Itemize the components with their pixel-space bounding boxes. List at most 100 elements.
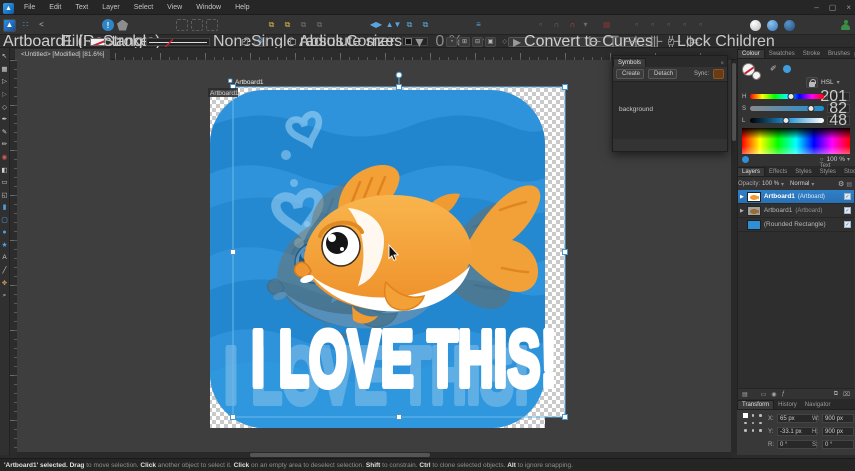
artboard-tool[interactable]: ▦ (0, 63, 10, 76)
artboard-label-other[interactable]: Artboard1 (210, 90, 239, 97)
rotation-field[interactable]: 0 ° (777, 440, 817, 449)
layers-opacity-value[interactable]: 100 % (762, 181, 779, 187)
layers-opacity-caret-icon[interactable]: ▾ (781, 181, 784, 188)
blend-mode-caret-icon[interactable]: ▾ (811, 181, 814, 188)
menu-select[interactable]: Select (127, 0, 160, 15)
lightness-value[interactable]: 48 (827, 112, 850, 129)
flip-vertical-icon[interactable]: ▲▼ (386, 19, 402, 32)
point-transform-tool[interactable]: ▷ (0, 88, 10, 101)
ellipse-tool[interactable]: ● (0, 226, 10, 239)
menu-layer[interactable]: Layer (95, 0, 127, 15)
noise-dot-icon[interactable] (742, 156, 749, 163)
pen-tool[interactable]: ✒ (0, 113, 10, 126)
menu-file[interactable]: File (17, 0, 42, 15)
tab-navigator[interactable]: Navigator (801, 401, 835, 409)
corner-tool-icon-2[interactable]: ⊞ (459, 36, 470, 47)
shear-field[interactable]: 0 ° (822, 440, 854, 449)
tab-history[interactable]: History (774, 401, 801, 409)
flip-horizontal-icon[interactable]: ◀▶ (368, 19, 384, 32)
lock-children-option[interactable]: ✓ Lock Children (668, 33, 775, 50)
layer-row-rounded-rectangle[interactable]: ▶ (Rounded Rectangle) ✓ (738, 218, 854, 232)
tab-stock[interactable]: Stock (840, 168, 855, 176)
sphere-blue-icon[interactable] (767, 19, 778, 31)
menu-window[interactable]: Window (189, 0, 228, 15)
zoom-tool[interactable]: ⌕ (0, 289, 10, 302)
transform-icon-2[interactable] (191, 19, 203, 31)
line-tool[interactable]: ╱ (0, 264, 10, 277)
layer-visibility-checkbox[interactable]: ✓ (844, 221, 851, 228)
blend-mode-value[interactable]: Normal (790, 181, 809, 187)
app-logo-icon[interactable]: ▲ (3, 2, 14, 14)
move-to-back-icon[interactable]: ⧉ (281, 19, 294, 32)
export-persona-icon[interactable]: < (35, 19, 48, 32)
tab-effects[interactable]: Effects (765, 168, 791, 176)
tab-stroke[interactable]: Stroke (799, 50, 824, 58)
maximize-icon[interactable]: ▢ (829, 3, 837, 12)
crop-tool[interactable]: ◱ (0, 189, 10, 202)
colour-picker-tool[interactable]: ◉ (0, 151, 10, 164)
layer-menu-icon[interactable]: ▤ (846, 181, 852, 188)
opacity-caret-icon[interactable]: ▾ (847, 156, 850, 163)
h-field[interactable]: 900 px (822, 427, 854, 436)
saturation-slider[interactable] (750, 104, 824, 112)
snap-box-icon[interactable]: ▫ (534, 19, 547, 32)
y-field[interactable]: -33.1 px (777, 427, 817, 436)
single-radius-checkbox[interactable]: ✓ (242, 38, 248, 45)
account-person-icon[interactable] (840, 19, 851, 31)
stroke-width-slider[interactable] (146, 37, 210, 47)
adjustment-icon[interactable]: ◉ (771, 391, 776, 398)
symbols-create-button[interactable]: Create (616, 69, 645, 79)
delete-layer-icon[interactable]: ⌧ (843, 391, 850, 398)
hand-tool[interactable]: ✥ (0, 277, 10, 290)
tab-brushes[interactable]: Brushes (824, 50, 854, 58)
sphere-dark-icon[interactable] (784, 19, 795, 31)
absolute-sizes-checkbox[interactable] (290, 38, 296, 45)
pencil-tool[interactable]: ✎ (0, 126, 10, 139)
layer-visibility-checkbox[interactable]: ✓ (844, 207, 851, 214)
lock-children-checkbox[interactable]: ✓ (668, 38, 674, 45)
move-backward-icon[interactable]: ⧉ (313, 19, 326, 32)
expander-icon[interactable]: ▶ (740, 194, 744, 200)
snapping-magnet-icon[interactable]: ∩ (566, 19, 579, 32)
stroke-none-indicator[interactable] (752, 71, 761, 80)
menu-text[interactable]: Text (68, 0, 95, 15)
layer-row-artboard1-selected[interactable]: ▶ Artboard1 (Artboard) ✓ (738, 190, 854, 204)
colour-mode-value[interactable]: HSL (821, 79, 834, 86)
panel-collapse-icon[interactable]: ▤ (742, 391, 748, 398)
text-tool[interactable]: A (0, 252, 10, 265)
rounded-rectangle-tool[interactable]: ▢ (0, 214, 10, 227)
tab-colour[interactable]: Colour (737, 49, 765, 58)
lock-icon[interactable] (806, 77, 818, 88)
tab-transform[interactable]: Transform (737, 400, 775, 409)
document-tab[interactable]: <Untitled> [Modified] [81.6%] (14, 48, 112, 60)
symbols-detach-button[interactable]: Detach (648, 69, 678, 79)
menu-help[interactable]: Help (228, 0, 256, 15)
menu-view[interactable]: View (160, 0, 189, 15)
new-layer-icon[interactable]: ⧉ (834, 391, 838, 398)
expander-icon[interactable]: ▶ (740, 208, 744, 214)
layer-settings-gear-icon[interactable]: ⚙ (838, 180, 844, 188)
move-forward-icon[interactable]: ⧉ (297, 19, 310, 32)
artboard-label-selected[interactable]: Artboard1 (235, 79, 264, 86)
snapping-dropdown-icon[interactable]: ▾ (582, 19, 589, 32)
shape-tool[interactable]: ★ (0, 239, 10, 252)
minimize-icon[interactable]: – (814, 3, 818, 12)
corner-tool-icon-1[interactable]: ◔ (446, 36, 457, 47)
rectangle-tool[interactable]: ▮ (0, 201, 10, 214)
transform-icon-3[interactable] (206, 19, 218, 31)
close-icon[interactable]: × (846, 3, 851, 12)
lightness-slider[interactable] (750, 116, 824, 124)
tab-text-styles[interactable]: Text Styles (816, 162, 840, 176)
mask-icon[interactable]: ▭ (761, 391, 767, 398)
fill-tool[interactable]: ◧ (0, 163, 10, 176)
colour-mode-caret-icon[interactable]: ▾ (837, 79, 840, 86)
x-field[interactable]: 65 px (777, 414, 817, 423)
layers-empty-area[interactable] (738, 232, 854, 388)
tab-styles[interactable]: Styles (791, 168, 815, 176)
tab-layers[interactable]: Layers (737, 167, 766, 176)
order-back-icon[interactable]: ⧉ (419, 19, 432, 32)
pentagon-icon[interactable] (117, 19, 128, 31)
magnet-off-icon[interactable]: ∩ (550, 19, 563, 32)
eyedropper-icon[interactable]: ✐ (770, 64, 777, 73)
w-field[interactable]: 900 px (822, 414, 854, 423)
